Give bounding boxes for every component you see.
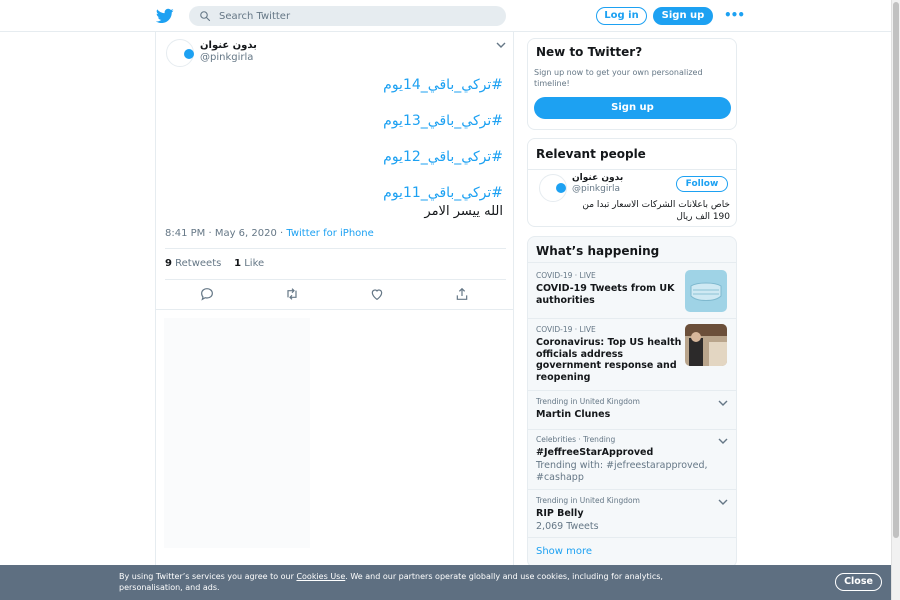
show-more-link[interactable]: Show more bbox=[536, 546, 592, 557]
chevron-down-icon[interactable] bbox=[718, 399, 728, 407]
card-description: Sign up now to get your own personalized… bbox=[534, 68, 703, 88]
trend-context: Trending in United Kingdom bbox=[536, 496, 640, 505]
retweets-label[interactable]: Retweets bbox=[175, 258, 221, 269]
divider bbox=[528, 429, 736, 430]
trend-title: Martin Clunes bbox=[536, 409, 611, 420]
cookie-text: By using Twitter’s services you agree to… bbox=[119, 571, 719, 593]
divider bbox=[165, 279, 506, 280]
trend-item[interactable]: COVID-19 · LIVE COVID-19 Tweets from UK … bbox=[536, 271, 686, 306]
signup-button[interactable]: Sign up bbox=[653, 7, 713, 25]
hashtag-link[interactable]: #تركي_باقي_13يوم bbox=[173, 110, 503, 146]
trend-title: #JeffreeStarApproved bbox=[536, 447, 654, 458]
trend-item[interactable]: Trending in United Kingdom Martin Clunes bbox=[536, 397, 686, 421]
reply-icon[interactable] bbox=[199, 286, 215, 302]
relevant-people-card: Relevant people بدون عنوان @pinkgirla Fo… bbox=[527, 138, 737, 227]
card-title: What’s happening bbox=[536, 244, 660, 258]
officials-thumbnail-image[interactable] bbox=[685, 324, 727, 366]
scrollbar[interactable] bbox=[891, 0, 900, 600]
trend-context: COVID-19 · LIVE bbox=[536, 271, 596, 280]
search-icon bbox=[200, 11, 211, 22]
trend-title: RIP Belly bbox=[536, 508, 584, 519]
likes-count[interactable]: 1 bbox=[234, 258, 241, 269]
divider bbox=[528, 537, 736, 538]
more-dots-icon[interactable]: ••• bbox=[724, 8, 745, 22]
loading-placeholder bbox=[164, 318, 310, 548]
scrollbar-thumb[interactable] bbox=[893, 2, 899, 538]
tweet-author-handle[interactable]: @pinkgirla bbox=[200, 52, 253, 63]
tweet-author-name[interactable]: بدون عنوان bbox=[200, 40, 257, 51]
divider bbox=[528, 489, 736, 490]
signup-card-button[interactable]: Sign up bbox=[534, 97, 731, 119]
trend-item[interactable]: Celebrities · Trending #JeffreeStarAppro… bbox=[536, 435, 726, 484]
top-bar: Log in Sign up ••• bbox=[0, 0, 891, 32]
hashtag-link[interactable]: #تركي_باقي_12يوم bbox=[173, 146, 503, 182]
tweet-time: 8:41 PM · May 6, 2020 · bbox=[165, 228, 287, 239]
avatar[interactable] bbox=[166, 39, 194, 67]
trend-subtitle: 2,069 Tweets bbox=[536, 520, 599, 532]
trend-item[interactable]: Trending in United Kingdom RIP Belly 2,0… bbox=[536, 496, 686, 533]
heart-icon[interactable] bbox=[369, 286, 385, 302]
tweet-stats: 9 Retweets 1 Like bbox=[165, 258, 264, 269]
verified-badge-icon bbox=[556, 183, 566, 193]
divider bbox=[528, 390, 736, 391]
login-button[interactable]: Log in bbox=[596, 7, 647, 25]
follow-button[interactable]: Follow bbox=[676, 176, 728, 192]
search-input[interactable] bbox=[219, 6, 489, 26]
close-button[interactable]: Close bbox=[835, 573, 882, 591]
divider bbox=[156, 309, 513, 310]
trend-title: Coronavirus: Top US health officials add… bbox=[536, 337, 682, 383]
tweet-timestamp: 8:41 PM · May 6, 2020 · Twitter for iPho… bbox=[165, 228, 374, 239]
whats-happening-card: What’s happening COVID-19 · LIVE COVID-1… bbox=[527, 236, 737, 568]
trend-title: COVID-19 Tweets from UK authorities bbox=[536, 283, 675, 306]
person-handle[interactable]: @pinkgirla bbox=[572, 184, 620, 194]
tweet-column: بدون عنوان @pinkgirla #تركي_باقي_14يوم #… bbox=[155, 32, 514, 600]
person-name[interactable]: بدون عنوان bbox=[572, 173, 623, 183]
divider bbox=[528, 169, 736, 170]
cookie-banner: By using Twitter’s services you agree to… bbox=[0, 565, 891, 600]
avatar[interactable] bbox=[539, 174, 567, 202]
verified-badge-icon bbox=[184, 49, 194, 59]
cookies-use-link[interactable]: Cookies Use bbox=[296, 572, 345, 581]
trend-context: Celebrities · Trending bbox=[536, 435, 616, 444]
mask-thumbnail-image[interactable] bbox=[685, 270, 727, 312]
twitter-logo-icon[interactable] bbox=[156, 7, 174, 25]
person-bio: خاص باعلانات الشركات الاسعار تبدا من 190… bbox=[582, 200, 730, 222]
hashtag-link[interactable]: #تركي_باقي_14يوم bbox=[173, 74, 503, 110]
share-icon[interactable] bbox=[454, 286, 470, 302]
retweets-count[interactable]: 9 bbox=[165, 258, 172, 269]
retweet-icon[interactable] bbox=[284, 286, 300, 302]
likes-label[interactable]: Like bbox=[244, 258, 264, 269]
chevron-down-icon[interactable] bbox=[718, 498, 728, 506]
trend-subtitle: Trending with: #jefreestarapproved, #cas… bbox=[536, 459, 708, 483]
tweet-body: الله ييسر الامر bbox=[424, 204, 503, 219]
trend-context: Trending in United Kingdom bbox=[536, 397, 640, 406]
tweet-actions bbox=[156, 286, 513, 310]
divider bbox=[165, 248, 506, 249]
card-title: New to Twitter? bbox=[536, 45, 643, 59]
divider bbox=[528, 318, 736, 319]
cookie-text-before: By using Twitter’s services you agree to… bbox=[119, 572, 297, 581]
trend-item[interactable]: COVID-19 · LIVE Coronavirus: Top US heal… bbox=[536, 325, 686, 383]
tweet-text: #تركي_باقي_14يوم #تركي_باقي_13يوم #تركي_… bbox=[173, 74, 503, 221]
trend-context: COVID-19 · LIVE bbox=[536, 325, 596, 334]
new-to-twitter-card: New to Twitter? Sign up now to get your … bbox=[527, 38, 737, 130]
chevron-down-icon[interactable] bbox=[718, 437, 728, 445]
divider bbox=[528, 262, 736, 263]
card-title: Relevant people bbox=[536, 147, 646, 161]
search-box[interactable] bbox=[189, 6, 506, 26]
tweet-source-link[interactable]: Twitter for iPhone bbox=[286, 228, 373, 239]
chevron-down-icon[interactable] bbox=[496, 40, 506, 50]
